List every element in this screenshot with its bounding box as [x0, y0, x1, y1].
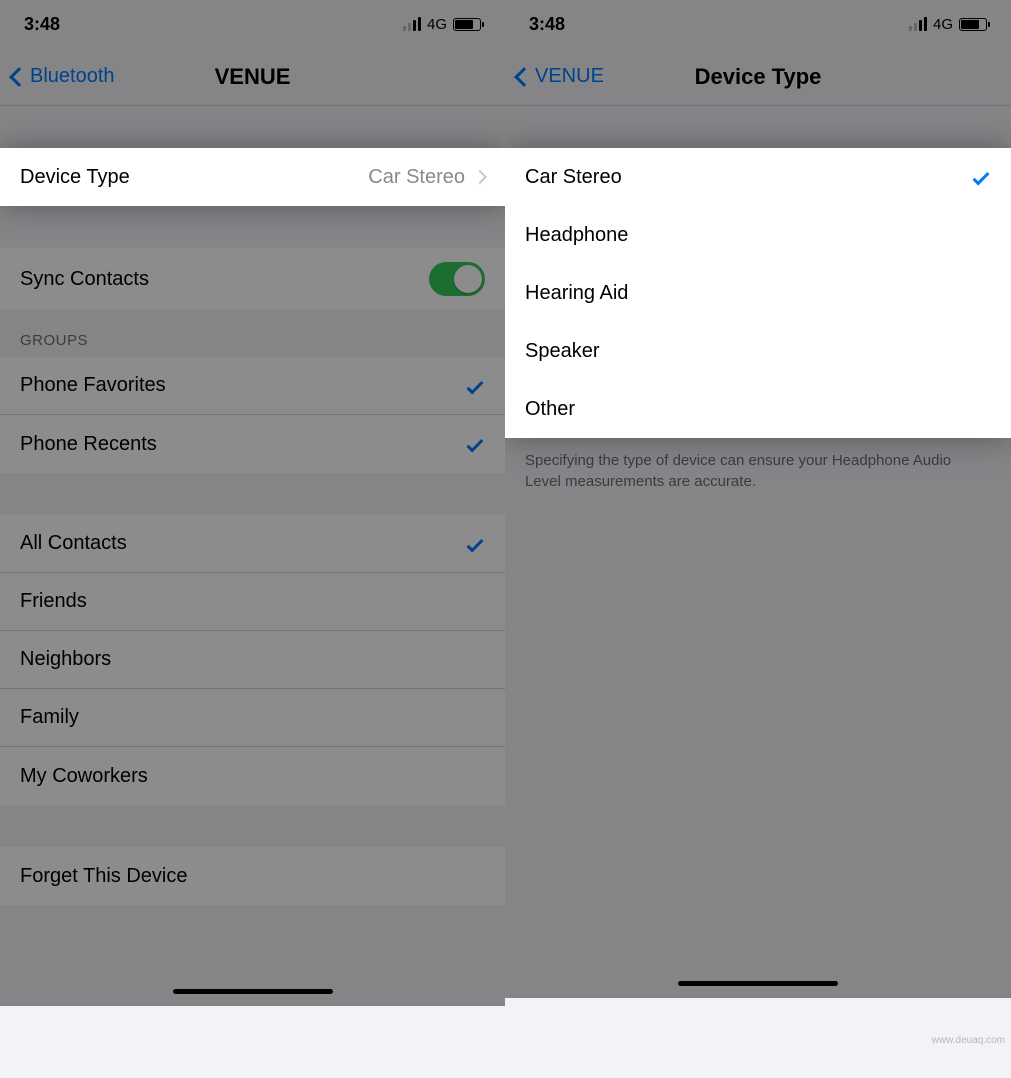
cellular-signal-icon	[909, 17, 927, 31]
home-indicator[interactable]	[678, 981, 838, 986]
option-headphone[interactable]: Headphone	[525, 206, 1011, 264]
group-phone-favorites[interactable]: Phone Favorites	[0, 357, 505, 415]
list-item-label: Family	[20, 706, 485, 729]
device-type-label: Device Type	[20, 166, 368, 189]
list-item-label: Headphone	[525, 224, 991, 247]
option-car-stereo[interactable]: Car Stereo	[525, 148, 1011, 206]
option-speaker[interactable]: Speaker	[525, 322, 1011, 380]
forget-device-row[interactable]: Forget This Device	[0, 847, 505, 905]
status-icons: 4G	[909, 16, 987, 33]
device-type-highlight: Device Type Car Stereo	[0, 148, 505, 206]
list-item-label: My Coworkers	[20, 765, 485, 788]
back-label: Bluetooth	[30, 65, 115, 88]
chevron-right-icon	[473, 170, 487, 184]
option-other[interactable]: Other	[525, 380, 1011, 438]
list-item-label: Other	[525, 398, 991, 421]
device-type-footer: Specifying the type of device can ensure…	[505, 438, 1011, 500]
sync-contacts-row[interactable]: Sync Contacts	[0, 248, 505, 310]
device-type-value: Car Stereo	[368, 166, 465, 189]
left-screenshot: 3:48 4G Bluetooth VENUE Device Type Car …	[0, 0, 505, 1078]
status-time: 3:48	[24, 14, 60, 35]
back-button[interactable]: Bluetooth	[12, 65, 115, 88]
list-item-label: Car Stereo	[525, 166, 977, 189]
contact-neighbors[interactable]: Neighbors	[0, 631, 505, 689]
forget-device-label: Forget This Device	[20, 865, 485, 888]
list-item-label: Friends	[20, 590, 485, 613]
right-dimmed-bottom: Specifying the type of device can ensure…	[505, 438, 1011, 998]
list-item-label: Phone Recents	[20, 433, 471, 456]
cellular-signal-icon	[403, 17, 421, 31]
chevron-left-icon	[514, 67, 534, 87]
toggle-on-icon[interactable]	[429, 262, 485, 296]
network-label: 4G	[933, 16, 953, 33]
status-bar: 3:48 4G	[0, 0, 505, 48]
groups-header: Groups	[0, 310, 505, 357]
status-bar: 3:48 4G	[505, 0, 1011, 48]
left-dimmed-bottom: Sync Contacts Groups Phone Favorites Pho…	[0, 206, 505, 1006]
back-label: VENUE	[535, 65, 604, 88]
watermark: www.deuaq.com	[932, 1035, 1005, 1046]
chevron-left-icon	[9, 67, 29, 87]
device-type-row[interactable]: Device Type Car Stereo	[0, 148, 505, 206]
list-item-label: Speaker	[525, 340, 991, 363]
left-dimmed-top: 3:48 4G Bluetooth VENUE	[0, 0, 505, 148]
contact-mycoworkers[interactable]: My Coworkers	[0, 747, 505, 805]
group-phone-recents[interactable]: Phone Recents	[0, 415, 505, 473]
right-screenshot: 3:48 4G VENUE Device Type Car Stereo	[505, 0, 1011, 1078]
nav-bar: Bluetooth VENUE	[0, 48, 505, 106]
device-type-options-highlight: Car Stereo Headphone Hearing Aid Speaker…	[505, 148, 1011, 438]
nav-bar: VENUE Device Type	[505, 48, 1011, 106]
contact-all[interactable]: All Contacts	[0, 515, 505, 573]
battery-icon	[959, 18, 987, 31]
option-hearing-aid[interactable]: Hearing Aid	[525, 264, 1011, 322]
contact-family[interactable]: Family	[0, 689, 505, 747]
list-item-label: Hearing Aid	[525, 282, 991, 305]
status-icons: 4G	[403, 16, 481, 33]
back-button[interactable]: VENUE	[517, 65, 604, 88]
contact-friends[interactable]: Friends	[0, 573, 505, 631]
home-indicator[interactable]	[173, 989, 333, 994]
list-item-label: Neighbors	[20, 648, 485, 671]
sync-contacts-label: Sync Contacts	[20, 268, 429, 291]
network-label: 4G	[427, 16, 447, 33]
list-item-label: Phone Favorites	[20, 374, 471, 397]
status-time: 3:48	[529, 14, 565, 35]
right-dimmed-top: 3:48 4G VENUE Device Type	[505, 0, 1011, 148]
battery-icon	[453, 18, 481, 31]
list-item-label: All Contacts	[20, 532, 471, 555]
